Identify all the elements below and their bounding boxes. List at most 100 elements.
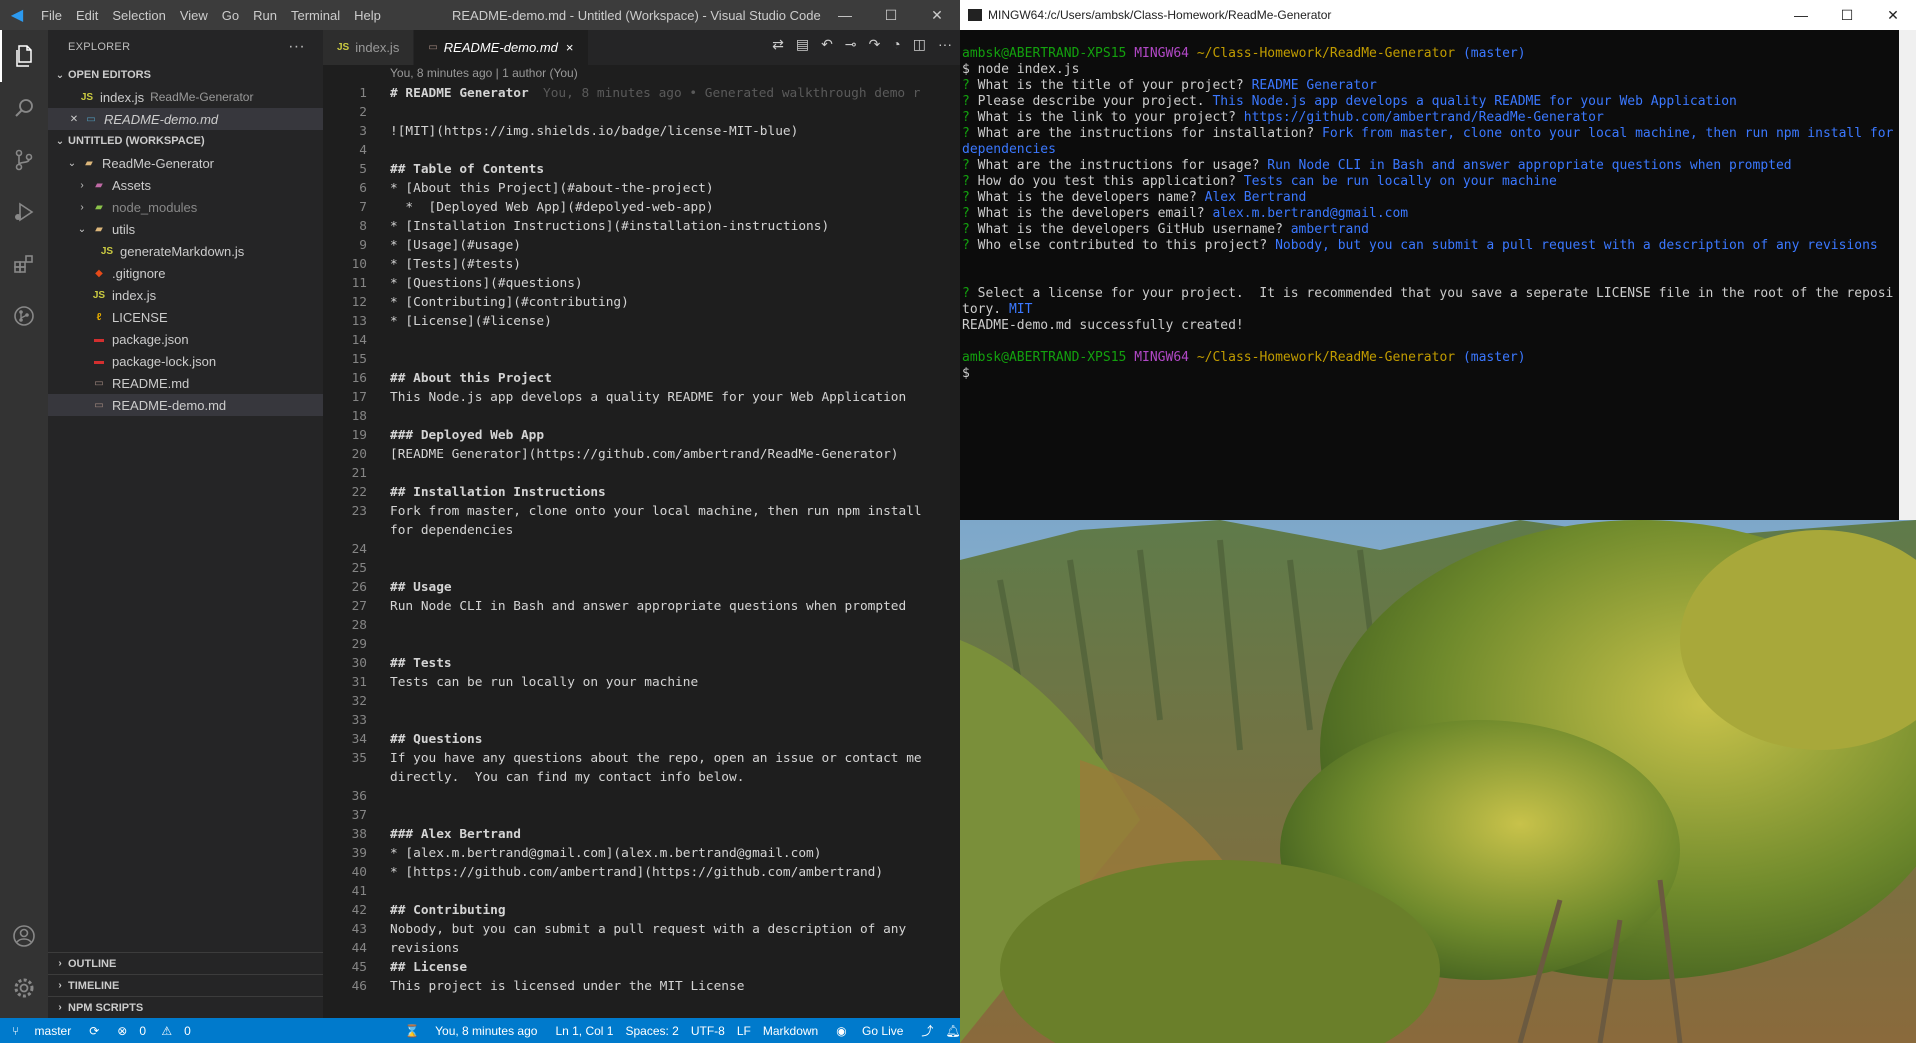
minimize-icon[interactable]: —	[822, 0, 868, 30]
code-line[interactable]: 46 This project is licensed under the MIT…	[323, 977, 960, 996]
menu-run[interactable]: Run	[246, 8, 284, 23]
blame-status[interactable]: ⌛ You, 8 minutes ago	[393, 1024, 550, 1038]
open-editor-item[interactable]: JS index.js ReadMe-Generator	[48, 86, 323, 108]
branch-indicator[interactable]: ⑂ master	[0, 1024, 83, 1038]
split-editor-icon[interactable]: ◫	[913, 36, 926, 53]
code-line[interactable]: 4	[323, 141, 960, 160]
code-line[interactable]: 32	[323, 692, 960, 711]
extensions-icon[interactable]	[0, 238, 48, 290]
source-control-icon[interactable]	[0, 134, 48, 186]
indentation[interactable]: Spaces: 2	[619, 1024, 684, 1038]
tree-item-node-modules[interactable]: › ▰ node_modules	[48, 196, 323, 218]
tree-item-license[interactable]: ℓ LICENSE	[48, 306, 323, 328]
code-line[interactable]: 17 This Node.js app develops a quality RE…	[323, 388, 960, 407]
code-line[interactable]: 30 ## Tests	[323, 654, 960, 673]
tree-item-index-js[interactable]: JS index.js	[48, 284, 323, 306]
code-line[interactable]: 5 ## Table of Contents	[323, 160, 960, 179]
code-line[interactable]: 38 ### Alex Bertrand	[323, 825, 960, 844]
code-line[interactable]: 1 # README Generator You, 8 minutes ago • …	[323, 84, 960, 103]
open-editor-item[interactable]: ✕ ▭ README-demo.md	[48, 108, 323, 130]
code-line[interactable]: 26 ## Usage	[323, 578, 960, 597]
close-icon[interactable]: ✕	[914, 0, 960, 30]
open-preview-icon[interactable]: ▤	[796, 36, 809, 53]
code-line[interactable]: 34 ## Questions	[323, 730, 960, 749]
code-line[interactable]: 7 * [Deployed Web App](#depolyed-web-app…	[323, 198, 960, 217]
git-graph-icon[interactable]	[0, 290, 48, 342]
code-line[interactable]: 8 * [Installation Instructions](#installa…	[323, 217, 960, 236]
more-actions-icon[interactable]: ···	[288, 38, 305, 56]
tab-index-js[interactable]: JS index.js	[323, 30, 415, 65]
code-line[interactable]: 23 Fork from master, clone onto your loca…	[323, 502, 960, 540]
code-line[interactable]: 27 Run Node CLI in Bash and answer approp…	[323, 597, 960, 616]
end-of-line[interactable]: LF	[731, 1024, 757, 1038]
code-line[interactable]: 39 * [alex.m.bertrand@gmail.com](alex.m.b…	[323, 844, 960, 863]
tree-item-readme-demo[interactable]: ▭ README-demo.md	[48, 394, 323, 416]
code-line[interactable]: 31 Tests can be run locally on your machi…	[323, 673, 960, 692]
code-line[interactable]: 20 [README Generator](https://github.com/…	[323, 445, 960, 464]
tab-readme-demo[interactable]: ▭ README-demo.md ×	[414, 30, 589, 65]
close-icon[interactable]: ✕	[66, 114, 82, 125]
run-debug-icon[interactable]	[0, 186, 48, 238]
code-line[interactable]: 3 ![MIT](https://img.shields.io/badge/lic…	[323, 122, 960, 141]
code-line[interactable]: 44	[323, 939, 960, 958]
menu-file[interactable]: File	[34, 8, 69, 23]
sync-icon[interactable]: ⟳	[83, 1024, 105, 1038]
git-commit-icon[interactable]: ⊸	[845, 36, 857, 53]
code-line[interactable]: 19 ### Deployed Web App	[323, 426, 960, 445]
compare-icon[interactable]: ⇄	[772, 36, 784, 53]
close-icon[interactable]: ✕	[1870, 0, 1916, 30]
code-content[interactable]: 1 # README Generator You, 8 minutes ago • …	[323, 84, 960, 996]
code-line[interactable]: 10 * [Tests](#tests)	[323, 255, 960, 274]
code-line[interactable]: 14	[323, 331, 960, 350]
tree-item-generatemarkdown[interactable]: JS generateMarkdown.js	[48, 240, 323, 262]
tree-item-package-json[interactable]: ▬ package.json	[48, 328, 323, 350]
code-line[interactable]: 21	[323, 464, 960, 483]
next-change-icon[interactable]: ↷	[869, 36, 881, 53]
more-actions-icon[interactable]: ···	[938, 36, 952, 53]
code-line[interactable]: 24	[323, 540, 960, 559]
terminal-scrollbar[interactable]	[1899, 30, 1916, 520]
code-line[interactable]: 22 ## Installation Instructions	[323, 483, 960, 502]
code-line[interactable]: 41	[323, 882, 960, 901]
code-line[interactable]: 40 * [https://github.com/ambertrand](http…	[323, 863, 960, 882]
code-line[interactable]: 12 * [Contributing](#contributing)	[323, 293, 960, 312]
tree-item-package-lock[interactable]: ▬ package-lock.json	[48, 350, 323, 372]
npm-scripts-section[interactable]: › NPM SCRIPTS	[48, 996, 323, 1018]
previous-change-icon[interactable]: ↶	[821, 36, 833, 53]
account-icon[interactable]	[0, 910, 48, 962]
live-share-icon[interactable]: ⤴	[915, 1022, 939, 1039]
code-line[interactable]: 45 ## License	[323, 958, 960, 977]
problems-indicator[interactable]: ⊗ 0 ⚠ 0	[105, 1024, 203, 1038]
open-editors-section[interactable]: ⌄ OPEN EDITORS	[48, 64, 323, 86]
encoding[interactable]: UTF-8	[685, 1024, 731, 1038]
outline-section[interactable]: › OUTLINE	[48, 952, 323, 974]
maximize-icon[interactable]: ☐	[1824, 0, 1870, 30]
code-line[interactable]: 9 * [Usage](#usage)	[323, 236, 960, 255]
minimize-icon[interactable]: —	[1778, 0, 1824, 30]
workspace-section[interactable]: ⌄ UNTITLED (WORKSPACE)	[48, 130, 323, 152]
code-line[interactable]: 29	[323, 635, 960, 654]
code-line[interactable]: 28	[323, 616, 960, 635]
terminal-output[interactable]: ambsk@ABERTRAND-XPS15 MINGW64 ~/Class-Ho…	[962, 46, 1897, 382]
menu-selection[interactable]: Selection	[105, 8, 172, 23]
tree-item-gitignore[interactable]: ◆ .gitignore	[48, 262, 323, 284]
tab-close-icon[interactable]: ×	[566, 40, 574, 55]
code-line[interactable]: 11 * [Questions](#questions)	[323, 274, 960, 293]
menu-go[interactable]: Go	[215, 8, 246, 23]
timeline-icon[interactable]: ◔	[892, 36, 900, 53]
tree-item-utils[interactable]: ⌄ ▰ utils	[48, 218, 323, 240]
code-line[interactable]: 16 ## About this Project	[323, 369, 960, 388]
code-line[interactable]: 43 Nobody, but you can submit a pull requ…	[323, 920, 960, 956]
code-line[interactable]: 37	[323, 806, 960, 825]
code-line[interactable]: 35 If you have any questions about the re…	[323, 749, 960, 787]
tree-item-assets[interactable]: › ▰ Assets	[48, 174, 323, 196]
code-line[interactable]: 18	[323, 407, 960, 426]
cursor-position[interactable]: Ln 1, Col 1	[549, 1024, 619, 1038]
code-line[interactable]: 6 * [About this Project](#about-the-proje…	[323, 179, 960, 198]
explorer-icon[interactable]	[0, 30, 48, 82]
code-line[interactable]: 33	[323, 711, 960, 730]
code-line[interactable]: 2	[323, 103, 960, 122]
tree-item-readme[interactable]: ▭ README.md	[48, 372, 323, 394]
menu-view[interactable]: View	[173, 8, 215, 23]
menu-help[interactable]: Help	[347, 8, 388, 23]
